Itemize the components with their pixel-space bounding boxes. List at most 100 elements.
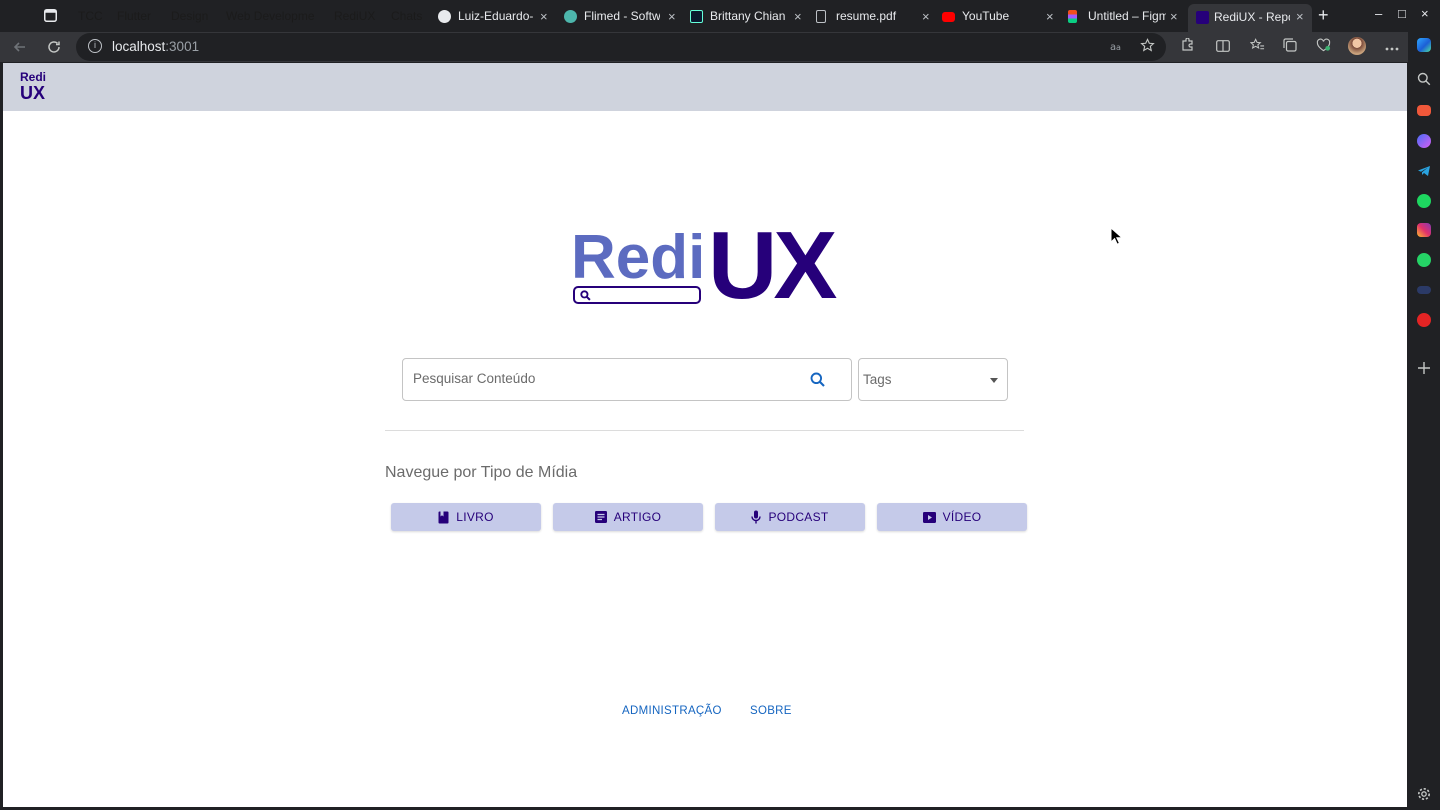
spotify-icon[interactable]: [1417, 194, 1431, 208]
article-icon: [594, 511, 607, 523]
mic-icon: [751, 510, 762, 524]
tags-label: Tags: [863, 372, 892, 387]
tab-close-icon[interactable]: ×: [794, 5, 802, 28]
close-window-button[interactable]: ×: [1421, 6, 1429, 21]
page-viewport: Redi UX Redi UX Tags Navegue por Tipo de…: [3, 63, 1407, 807]
browser-toolbar: i localhost:3001 aa: [0, 32, 1408, 62]
media-button-artigo[interactable]: ARTIGO: [553, 503, 703, 531]
sidebar-settings-icon[interactable]: [1417, 787, 1431, 801]
address-bar[interactable]: i localhost:3001 aa: [76, 33, 1166, 61]
app-shortcut-icon[interactable]: [1417, 286, 1431, 294]
footer-link-administracao[interactable]: ADMINISTRAÇÃO: [622, 705, 722, 717]
tab-group-tcc[interactable]: TCC: [74, 8, 107, 24]
maximize-button[interactable]: □: [1398, 6, 1406, 21]
media-button-podcast[interactable]: PODCAST: [715, 503, 865, 531]
back-icon[interactable]: [12, 39, 28, 55]
tab-group-design[interactable]: Design: [167, 8, 212, 24]
minimize-button[interactable]: –: [1375, 6, 1382, 21]
copilot-designer-icon[interactable]: [1417, 134, 1431, 148]
tab-close-icon[interactable]: ×: [1170, 5, 1178, 28]
search-icon: [810, 372, 825, 387]
whatsapp-icon[interactable]: [1417, 253, 1431, 267]
collections-icon[interactable]: [1281, 38, 1299, 56]
translate-icon[interactable]: aa: [1110, 40, 1124, 55]
tab-close-icon[interactable]: ×: [668, 5, 676, 28]
hero-logo-ux: UX: [708, 212, 837, 319]
copilot-icon[interactable]: [1417, 38, 1431, 52]
tab-youtube[interactable]: YouTube ×: [942, 5, 1058, 28]
search-icon[interactable]: [1417, 72, 1431, 86]
tab-group-chats[interactable]: Chats: [387, 8, 426, 24]
media-button-label: ARTIGO: [613, 510, 662, 524]
new-tab-button[interactable]: +: [1318, 5, 1329, 26]
app-header: Redi UX: [3, 63, 1407, 111]
favorites-icon[interactable]: [1248, 38, 1266, 56]
media-button-video[interactable]: VÍDEO: [877, 503, 1027, 531]
tab-group-flutter[interactable]: Flutter: [113, 8, 155, 24]
tab-title: Untitled – Figm: [1088, 9, 1166, 23]
extensions-icon[interactable]: [1178, 37, 1196, 56]
header-logo[interactable]: Redi UX: [20, 71, 46, 102]
tab-title: YouTube: [962, 9, 1010, 23]
tab-brittany[interactable]: Brittany Chian ×: [690, 5, 806, 28]
divider: [385, 430, 1024, 431]
youtube-music-icon[interactable]: [1417, 313, 1431, 327]
mouse-cursor-icon: [1110, 226, 1124, 250]
dropdown-arrow-icon: [990, 378, 998, 383]
video-icon: [922, 511, 936, 523]
github-icon: [438, 10, 451, 23]
url-text: localhost:3001: [112, 39, 200, 54]
tab-resume-pdf[interactable]: resume.pdf ×: [816, 5, 932, 28]
logo-search-icon: [580, 290, 591, 301]
site-info-icon[interactable]: i: [88, 39, 102, 53]
tab-title: RediUX - Repo: [1214, 10, 1290, 24]
site-icon: [690, 10, 703, 23]
hero-logo: Redi UX: [571, 212, 843, 319]
tools-icon[interactable]: [1417, 105, 1431, 116]
split-screen-icon[interactable]: [1214, 38, 1232, 56]
tab-title: resume.pdf: [836, 9, 897, 23]
tab-close-icon[interactable]: ×: [1296, 4, 1304, 30]
figma-icon: [1068, 10, 1077, 23]
tab-flimed[interactable]: Flimed - Softw ×: [564, 5, 680, 28]
search-button[interactable]: [808, 370, 828, 390]
media-button-label: LIVRO: [456, 510, 494, 524]
search-field[interactable]: [402, 358, 852, 401]
globe-icon: [564, 10, 577, 23]
tab-actions-icon[interactable]: [44, 9, 58, 23]
profile-avatar[interactable]: [1348, 37, 1366, 55]
search-input[interactable]: [413, 371, 793, 386]
reload-icon[interactable]: [46, 39, 62, 55]
header-logo-bottom: UX: [20, 83, 46, 103]
tab-title: Flimed - Softw: [584, 9, 660, 23]
file-icon: [816, 10, 826, 23]
rediux-icon: [1196, 11, 1209, 24]
instagram-icon[interactable]: [1417, 223, 1431, 237]
tab-close-icon[interactable]: ×: [922, 5, 930, 28]
book-icon: [438, 511, 449, 523]
section-title: Navegue por Tipo de Mídia: [385, 464, 578, 481]
tab-github[interactable]: Luiz-Eduardo- ×: [438, 5, 550, 28]
tab-close-icon[interactable]: ×: [540, 5, 548, 28]
media-button-label: VÍDEO: [942, 510, 982, 524]
tab-group-web-development[interactable]: Web Developme: [222, 8, 319, 24]
more-menu-icon[interactable]: [1383, 38, 1401, 56]
telegram-icon[interactable]: [1417, 164, 1431, 178]
tab-figma[interactable]: Untitled – Figm ×: [1068, 5, 1182, 28]
media-button-label: PODCAST: [768, 510, 829, 524]
add-sidebar-app-icon[interactable]: [1417, 361, 1431, 375]
svg-text:a: a: [1116, 43, 1121, 52]
tab-title: Brittany Chian: [710, 9, 786, 23]
browser-essentials-icon[interactable]: [1314, 38, 1332, 56]
youtube-icon: [942, 12, 955, 22]
browser-sidebar: [1408, 32, 1440, 810]
media-button-livro[interactable]: LIVRO: [391, 503, 541, 531]
tab-close-icon[interactable]: ×: [1046, 5, 1054, 28]
footer-link-sobre[interactable]: SOBRE: [750, 705, 792, 717]
tags-select[interactable]: Tags: [858, 358, 1008, 401]
favorite-star-icon[interactable]: [1140, 38, 1155, 56]
tab-title: Luiz-Eduardo-: [458, 9, 534, 23]
tab-group-rediux[interactable]: RediUX: [330, 8, 379, 24]
tab-rediux-active[interactable]: RediUX - Repo ×: [1188, 4, 1312, 32]
header-logo-top: Redi: [20, 70, 47, 84]
